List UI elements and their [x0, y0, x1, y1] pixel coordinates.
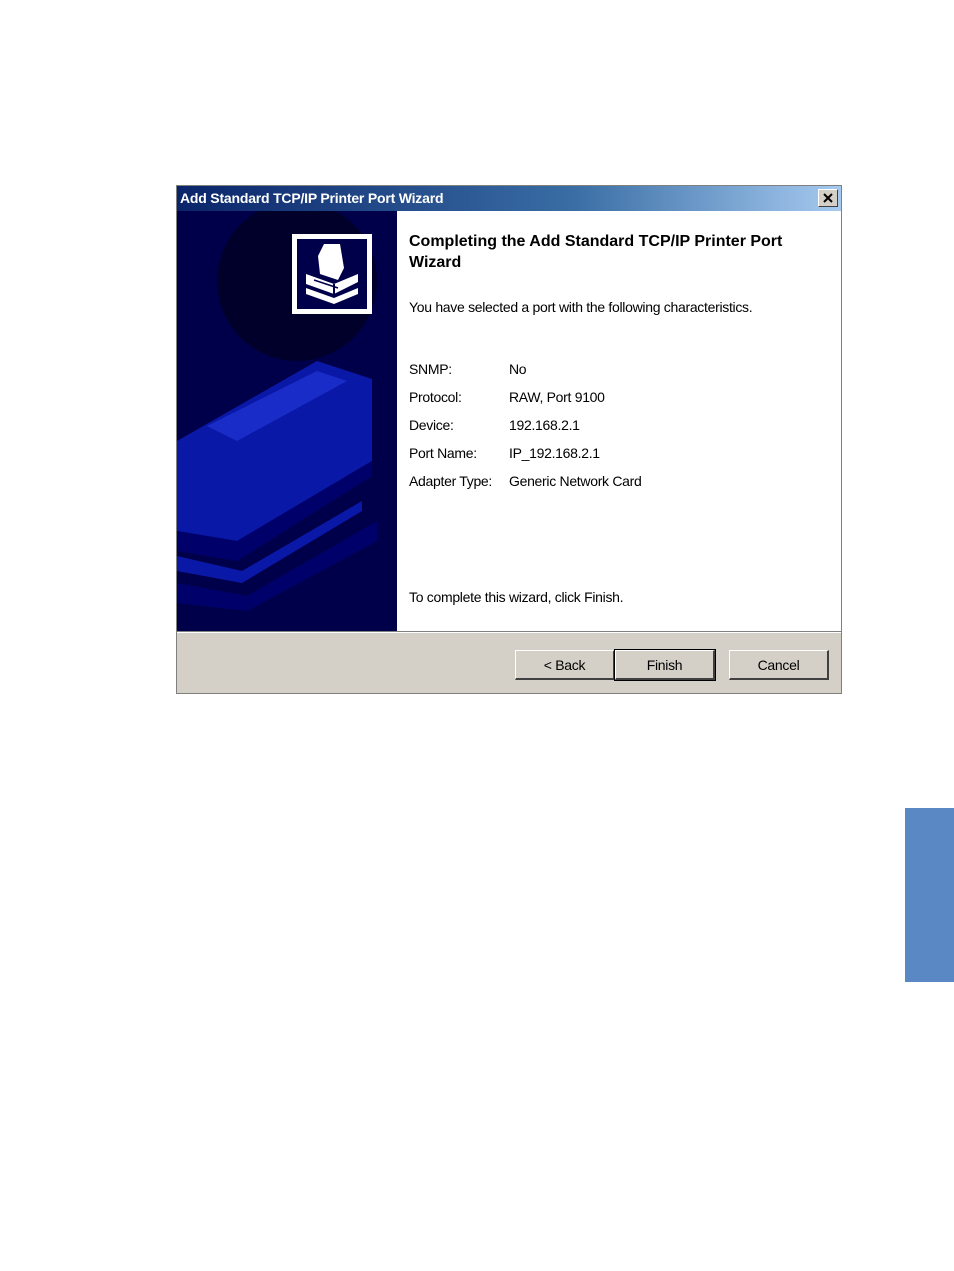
property-label: Device:	[409, 417, 454, 433]
intro-text: You have selected a port with the follow…	[409, 299, 753, 315]
property-label: Adapter Type:	[409, 473, 493, 489]
property-label: SNMP:	[409, 361, 452, 377]
wizard-side-graphic	[177, 211, 397, 631]
close-icon	[823, 193, 833, 203]
cancel-button[interactable]: Cancel	[729, 650, 829, 680]
printer-icon	[292, 234, 372, 314]
complete-instruction: To complete this wizard, click Finish.	[409, 589, 624, 605]
window-title: Add Standard TCP/IP Printer Port Wizard	[180, 190, 444, 206]
property-value: IP_192.168.2.1	[509, 445, 600, 461]
property-value: Generic Network Card	[509, 473, 642, 489]
page-side-tab	[905, 808, 954, 982]
property-label: Protocol:	[409, 389, 462, 405]
wizard-content: Completing the Add Standard TCP/IP Print…	[177, 211, 841, 631]
wizard-heading: Completing the Add Standard TCP/IP Print…	[409, 233, 783, 271]
property-value: 192.168.2.1	[509, 417, 580, 433]
property-label: Port Name:	[409, 445, 477, 461]
finish-button[interactable]: Finish	[614, 649, 716, 681]
wizard-dialog: Add Standard TCP/IP Printer Port Wizard	[176, 185, 842, 694]
property-value: No	[509, 361, 527, 377]
button-separator	[177, 631, 841, 633]
wizard-main-panel: Completing the Add Standard TCP/IP Print…	[409, 211, 829, 631]
title-bar[interactable]: Add Standard TCP/IP Printer Port Wizard	[177, 186, 841, 211]
close-button[interactable]	[818, 189, 838, 207]
back-button[interactable]: < Back	[515, 650, 615, 680]
property-value: RAW, Port 9100	[509, 389, 605, 405]
